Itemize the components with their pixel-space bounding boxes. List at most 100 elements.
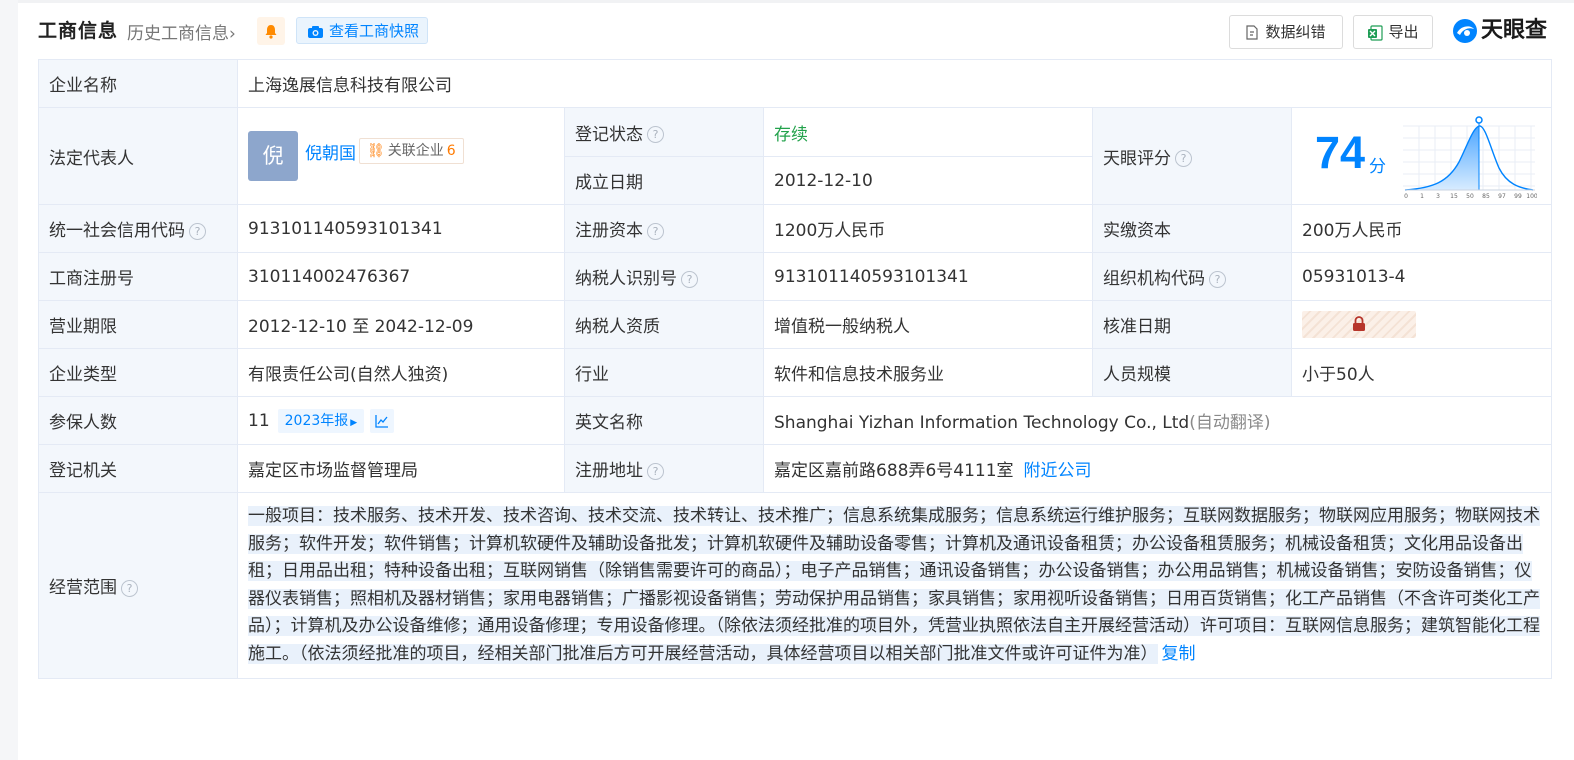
scope-cell: 一般项目：技术服务、技术开发、技术咨询、技术交流、技术转让、技术推广；信息系统集…	[237, 492, 1552, 679]
related-companies-tag[interactable]: ⛓ 关联企业 6	[359, 138, 464, 164]
table-row: 法定代表人 倪倪朝国⛓关联企业6 登记状态? 存续 天眼评分? 74 分	[38, 107, 1552, 205]
table-row: 工商注册号 310114002476367 纳税人识别号? 9131011405…	[38, 252, 1552, 301]
help-icon[interactable]: ?	[647, 222, 664, 240]
english-name-cell: Shanghai Yizhan Information Technology C…	[763, 396, 1552, 445]
authority-value: 嘉定区市场监督管理局	[237, 444, 565, 493]
copy-button[interactable]: 复制	[1162, 644, 1196, 664]
taxpayer-id-label: 纳税人识别号?	[564, 252, 764, 301]
address-value: 嘉定区嘉前路688弄6号4111室	[774, 461, 1014, 481]
locked-content[interactable]	[1302, 311, 1416, 338]
company-name-value: 上海逸展信息科技有限公司	[237, 59, 1552, 108]
industry-value: 软件和信息技术服务业	[763, 348, 1093, 397]
credit-code-value: 913101140593101341	[237, 204, 565, 253]
address-cell: 嘉定区嘉前路688弄6号4111室 附近公司	[763, 444, 1552, 493]
business-scope-text: 一般项目：技术服务、技术开发、技术咨询、技术交流、技术转让、技术推广；信息系统集…	[248, 506, 1540, 664]
paid-capital-value: 200万人民币	[1291, 204, 1552, 253]
data-correction-label: 数据纠错	[1265, 23, 1326, 41]
axis-tick: 15	[1450, 193, 1458, 200]
tianyancha-logo: 天眼查	[1451, 16, 1547, 46]
table-row: 营业期限 2012-12-10 至 2042-12-09 纳税人资质 增值税一般…	[38, 300, 1552, 349]
help-icon[interactable]: ?	[121, 579, 138, 597]
address-label-text: 注册地址	[575, 461, 643, 481]
history-link[interactable]: 历史工商信息›	[127, 19, 236, 44]
scope-label-text: 经营范围	[49, 578, 117, 598]
score-cell[interactable]: 74 分 0 1 3 15 50 85 97 99 100	[1291, 107, 1552, 205]
help-icon[interactable]: ?	[681, 270, 698, 288]
table-row: 统一社会信用代码? 913101140593101341 注册资本? 1200万…	[38, 204, 1552, 253]
reg-capital-label-text: 注册资本	[575, 221, 643, 241]
axis-tick: 50	[1466, 193, 1474, 200]
axis-tick: 100	[1526, 193, 1537, 200]
help-icon[interactable]: ?	[189, 222, 206, 240]
table-row: 参保人数 11 2023年报 ▶ 英文名称 Shanghai Yizhan Info…	[38, 396, 1552, 445]
axis-tick: 3	[1436, 193, 1440, 200]
insured-value: 11	[248, 410, 270, 431]
data-correction-button[interactable]: 数据纠错	[1229, 15, 1343, 49]
org-code-label-text: 组织机构代码	[1103, 269, 1205, 289]
snapshot-button[interactable]: 查看工商快照	[296, 17, 428, 44]
reg-no-value: 310114002476367	[237, 252, 565, 301]
page-left-gutter	[0, 0, 18, 760]
lock-icon	[1353, 316, 1365, 331]
export-button[interactable]: 导出	[1353, 15, 1433, 49]
trend-chart-button[interactable]	[370, 408, 395, 433]
credit-code-label-text: 统一社会信用代码	[49, 221, 185, 241]
export-label: 导出	[1388, 23, 1419, 41]
table-row: 登记机关 嘉定区市场监督管理局 注册地址? 嘉定区嘉前路688弄6号4111室附…	[38, 444, 1552, 493]
authority-label: 登记机关	[38, 444, 238, 493]
approve-date-label: 核准日期	[1092, 300, 1292, 349]
org-code-value: 05931013-4	[1291, 252, 1552, 301]
nearby-companies-link[interactable]: 附近公司	[1024, 461, 1092, 481]
help-icon[interactable]: ?	[1175, 150, 1192, 167]
axis-tick: 97	[1498, 193, 1506, 200]
help-icon[interactable]: ?	[647, 462, 664, 480]
document-edit-icon	[1246, 25, 1259, 40]
staff-value: 小于50人	[1291, 348, 1552, 397]
axis-tick: 99	[1514, 193, 1522, 200]
insured-cell: 11 2023年报 ▶	[237, 396, 565, 445]
reg-status-value: 存续	[763, 107, 1093, 157]
section-title: 工商信息	[38, 20, 119, 42]
camera-icon	[308, 25, 323, 38]
type-label: 企业类型	[38, 348, 238, 397]
taxpayer-id-value: 913101140593101341	[763, 252, 1093, 301]
section-header: 工商信息 历史工商信息› 查看工商快照 数据纠错 导出 天眼查	[38, 14, 1554, 49]
help-icon[interactable]: ?	[1209, 270, 1226, 288]
found-date-label: 成立日期	[564, 156, 764, 205]
taxpayer-qual-label: 纳税人资质	[564, 300, 764, 349]
table-row: 经营范围? 一般项目：技术服务、技术开发、技术咨询、技术交流、技术转让、技术推广…	[38, 492, 1552, 679]
chevron-right-icon: ›	[229, 24, 236, 44]
history-link-label: 历史工商信息	[127, 24, 229, 44]
caret-right-icon: ▶	[350, 417, 358, 428]
scope-label: 经营范围?	[38, 492, 238, 679]
english-name-value: Shanghai Yizhan Information Technology C…	[774, 413, 1190, 433]
axis-tick: 0	[1404, 193, 1408, 200]
axis-tick: 1	[1420, 193, 1424, 200]
insured-label: 参保人数	[38, 396, 238, 445]
company-name-label: 企业名称	[38, 59, 238, 108]
score-unit: 分	[1369, 157, 1386, 177]
brand-name: 天眼查	[1481, 18, 1548, 43]
term-label: 营业期限	[38, 300, 238, 349]
top-divider	[18, 0, 1574, 3]
found-date-value: 2012-12-10	[763, 156, 1093, 205]
reg-capital-value: 1200万人民币	[763, 204, 1093, 253]
help-icon[interactable]: ?	[647, 126, 664, 143]
annual-report-tag[interactable]: 2023年报 ▶	[277, 408, 365, 433]
legal-rep-link[interactable]: 倪朝国	[305, 139, 356, 164]
business-info-table: 企业名称 上海逸展信息科技有限公司 法定代表人 倪倪朝国 ⛓ 关联企业 6 登记状态?…	[38, 59, 1552, 679]
english-name-label: 英文名称	[564, 396, 764, 445]
approve-date-value	[1291, 300, 1552, 349]
reg-status-label-text: 登记状态	[575, 124, 643, 145]
org-code-label: 组织机构代码?	[1092, 252, 1292, 301]
notify-button[interactable]	[257, 17, 285, 45]
staff-label: 人员规模	[1092, 348, 1292, 397]
legal-rep-label: 法定代表人	[38, 107, 238, 205]
avatar: 倪	[248, 131, 298, 181]
related-count: 6	[446, 143, 456, 159]
address-label: 注册地址?	[564, 444, 764, 493]
related-label: 关联企业	[387, 143, 444, 159]
industry-label: 行业	[564, 348, 764, 397]
credit-code-label: 统一社会信用代码?	[38, 204, 238, 253]
taxpayer-id-label-text: 纳税人识别号	[575, 269, 677, 289]
